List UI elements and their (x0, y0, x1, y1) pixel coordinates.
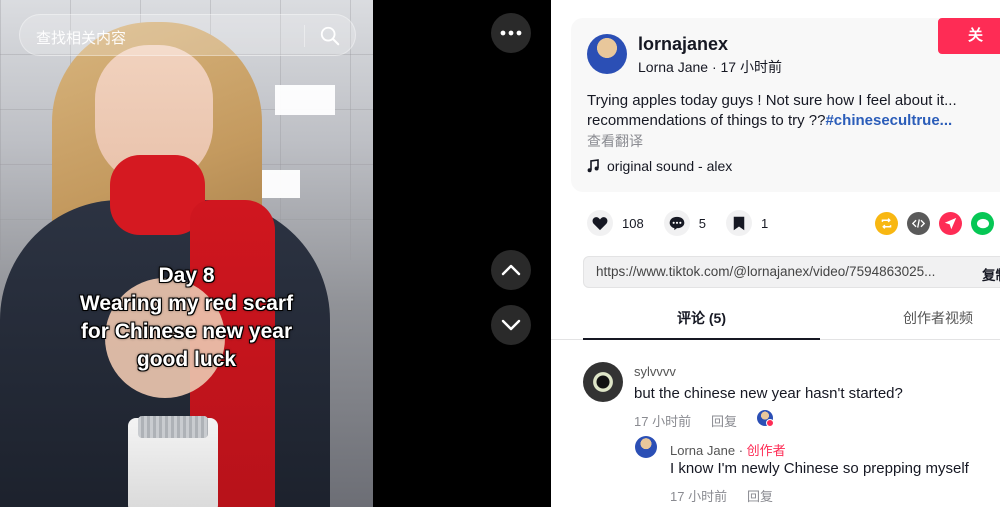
more-options-button[interactable] (491, 13, 531, 53)
like-action[interactable]: 108 (587, 210, 644, 236)
next-video-button[interactable] (491, 305, 531, 345)
commenter-avatar[interactable] (583, 362, 623, 402)
search-box[interactable]: 查找相关内容 (19, 14, 356, 56)
comment-text: I know I'm newly Chinese so prepping mys… (670, 460, 969, 477)
more-icon (500, 30, 522, 36)
chevron-up-icon (501, 264, 521, 276)
comment-icon[interactable] (663, 210, 690, 236)
caption-line: good luck (136, 348, 237, 371)
video-info-card: lornajanex Lorna Jane · 17 小时前 Trying ap… (571, 18, 1000, 192)
heart-badge-icon (766, 419, 774, 427)
commenter-avatar[interactable] (635, 436, 657, 458)
comment-reply-item: Lorna Jane · 创作者 I know I'm newly Chines… (551, 436, 1000, 507)
comment-time: 17 小时前 (634, 414, 692, 429)
caption-line: Day 8 (158, 264, 215, 287)
video-pane: 查找相关内容 Day 8 Wearing my red scarf for Ch… (0, 0, 551, 507)
ceiling-light (275, 85, 335, 115)
tab-comments[interactable]: 评论 (5) (583, 302, 820, 340)
follow-button[interactable]: 关 (938, 18, 1000, 54)
caption-line: for Chinese new year (80, 320, 293, 343)
hashtag-link[interactable]: #chinesecultrue... (825, 112, 952, 129)
author-display-name[interactable]: Lorna Jane (638, 59, 708, 75)
bookmark-icon[interactable] (725, 210, 752, 236)
commenter-name: Lorna Jane · 创作者 (670, 440, 786, 459)
repost-icon[interactable] (875, 212, 898, 235)
video-player[interactable]: 查找相关内容 Day 8 Wearing my red scarf for Ch… (0, 0, 373, 507)
search-input[interactable]: 查找相关内容 (36, 27, 126, 48)
video-caption: Day 8 Wearing my red scarf for Chinese n… (0, 262, 373, 374)
reply-button[interactable]: 回复 (711, 411, 737, 430)
video-link[interactable]: https://www.tiktok.com/@lornajanex/video… (596, 264, 976, 279)
description-text: recommendations of things to try ?? (587, 112, 826, 129)
search-divider (304, 25, 305, 47)
embed-icon[interactable] (907, 212, 930, 235)
tab-creator-videos[interactable]: 创作者视频 (871, 302, 1000, 340)
heart-icon[interactable] (587, 210, 613, 236)
caption-line: Wearing my red scarf (79, 292, 294, 315)
line-share-icon[interactable] (971, 212, 994, 235)
reply-button[interactable]: 回复 (747, 486, 773, 505)
meta-separator: · (738, 443, 747, 458)
creator-badge: 创作者 (746, 443, 786, 458)
save-count: 1 (760, 215, 769, 231)
detail-panel: lornajanex Lorna Jane · 17 小时前 Trying ap… (551, 0, 1000, 507)
description-line: Trying apples today guys ! Not sure how … (587, 92, 957, 109)
video-jar-lid (138, 416, 208, 438)
comment-time: 17 小时前 (670, 489, 728, 504)
save-action[interactable]: 1 (725, 210, 769, 236)
send-icon[interactable] (939, 212, 962, 235)
description-line: recommendations of things to try ??#chin… (587, 111, 997, 131)
comment-text: but the chinese new year hasn't started? (634, 385, 903, 402)
action-bar: 108 5 1 (587, 210, 788, 236)
comment-action[interactable]: 5 (663, 210, 706, 236)
search-icon[interactable] (319, 25, 341, 47)
comment-item: sylvvvv but the chinese new year hasn't … (551, 360, 1000, 430)
chevron-down-icon (501, 319, 521, 331)
see-translation-link[interactable]: 查看翻译 (587, 131, 643, 151)
author-username[interactable]: lornajanex (638, 34, 728, 55)
sound-name[interactable]: original sound - alex (607, 158, 732, 174)
previous-video-button[interactable] (491, 250, 531, 290)
commenter-username[interactable]: Lorna Jane (670, 443, 735, 458)
share-buttons (875, 212, 994, 235)
video-link-box[interactable]: https://www.tiktok.com/@lornajanex/video… (583, 256, 1000, 288)
post-time: 17 小时前 (720, 59, 782, 75)
copy-link-button[interactable]: 复制 (982, 264, 1000, 284)
sound-row[interactable]: original sound - alex (587, 158, 732, 174)
author-avatar[interactable] (587, 34, 627, 74)
commenter-username[interactable]: sylvvvv (634, 364, 676, 379)
comment-count: 5 (698, 215, 706, 231)
music-note-icon (587, 159, 599, 173)
meta-separator: · (711, 59, 721, 75)
panel-tabs: 评论 (5) 创作者视频 (551, 302, 1000, 340)
author-meta: Lorna Jane · 17 小时前 (638, 57, 782, 77)
video-description: Trying apples today guys ! Not sure how … (587, 91, 997, 131)
like-count: 108 (622, 215, 644, 231)
